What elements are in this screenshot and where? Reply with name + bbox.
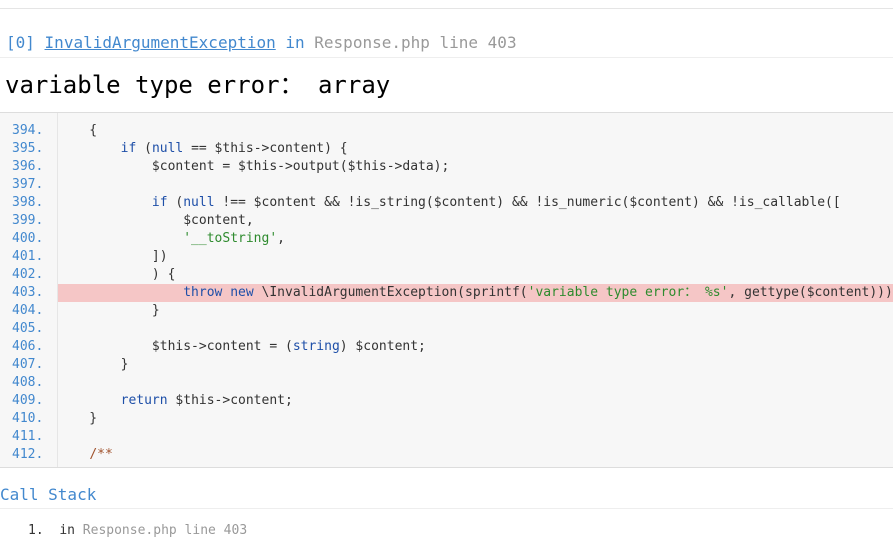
line-number: 395.: [12, 141, 44, 156]
call-stack-item-number: 1.: [28, 523, 44, 538]
code-line: 406. $this->content = (string) $content;: [0, 338, 893, 356]
error-message: variable type error： array: [5, 71, 391, 99]
line-source: [58, 374, 893, 392]
header-divider: [0, 57, 893, 58]
line-source: [58, 176, 893, 194]
call-stack-title: Call Stack: [0, 485, 97, 504]
code-line: 400. '__toString',: [0, 230, 893, 248]
call-stack-item-location: Response.php line 403: [82, 523, 248, 538]
code-line: 399. $content,: [0, 212, 893, 230]
line-source: if (null !== $content && !is_string($con…: [151, 195, 841, 210]
code-line: 410. }: [0, 410, 893, 428]
line-number: 402.: [12, 267, 44, 282]
exception-in-word: in: [285, 33, 305, 52]
line-number: 400.: [12, 231, 44, 246]
line-source: if (null == $this->content) {: [120, 141, 348, 156]
line-source: throw new \InvalidArgumentException(spri…: [58, 284, 893, 302]
line-source: $content,: [58, 213, 254, 228]
code-line: 407. }: [0, 356, 893, 374]
top-divider: [0, 8, 893, 9]
call-stack-divider: [0, 508, 893, 509]
line-number: 404.: [12, 303, 44, 318]
line-source: }: [58, 303, 160, 318]
source-code-panel: 394. {395. if (null == $this->content) {…: [0, 112, 893, 468]
call-stack-item-in-word: in: [59, 523, 75, 538]
line-source: }: [58, 411, 98, 426]
exception-class-link[interactable]: InvalidArgumentException: [45, 33, 276, 52]
line-source: $content = $this->output($this->data);: [58, 159, 450, 174]
line-source: }: [58, 357, 129, 372]
line-number: 401.: [12, 249, 44, 264]
exception-header: [0] InvalidArgumentException in Response…: [6, 31, 517, 55]
code-line: 394. {: [0, 122, 893, 140]
line-number: 412.: [12, 447, 44, 462]
code-line: 412. /**: [0, 446, 893, 464]
line-source: {: [58, 123, 98, 138]
line-source: '__toString',: [183, 231, 285, 246]
line-number: 409.: [12, 393, 44, 408]
line-number: 394.: [12, 123, 44, 138]
line-number: 406.: [12, 339, 44, 354]
line-source: [58, 320, 893, 338]
line-number: 396.: [12, 159, 44, 174]
code-line: 402. ) {: [0, 266, 893, 284]
code-line: 401. ]): [0, 248, 893, 266]
line-number: 407.: [12, 357, 44, 372]
code-line: 411.: [0, 428, 893, 446]
line-source: $this->content = (string) $content;: [58, 339, 426, 354]
line-source: [58, 428, 893, 446]
code-line: 404. }: [0, 302, 893, 320]
line-number: 398.: [12, 195, 44, 210]
line-number: 403.: [12, 285, 44, 300]
error-page: [0] InvalidArgumentException in Response…: [0, 0, 893, 542]
code-line: 396. $content = $this->output($this->dat…: [0, 158, 893, 176]
line-source: ]): [58, 249, 168, 264]
code-line: 409. return $this->content;: [0, 392, 893, 410]
code-line: 398. if (null !== $content && !is_string…: [0, 194, 893, 212]
line-number: 397.: [12, 177, 44, 192]
line-number: 408.: [12, 375, 44, 390]
line-source: /**: [89, 447, 113, 462]
call-stack-item: 1. in Response.php line 403: [28, 522, 247, 540]
exception-location: Response.php line 403: [314, 33, 517, 52]
code-line: 405.: [0, 320, 893, 338]
exception-index: [0]: [6, 33, 35, 52]
line-source: ) {: [58, 267, 176, 282]
code-line: 395. if (null == $this->content) {: [0, 140, 893, 158]
line-number: 399.: [12, 213, 44, 228]
line-number: 411.: [12, 429, 44, 444]
code-line: 408.: [0, 374, 893, 392]
code-line-highlighted: 403. throw new \InvalidArgumentException…: [0, 284, 893, 302]
line-source: return $this->content;: [120, 393, 293, 408]
line-number: 410.: [12, 411, 44, 426]
code-line: 397.: [0, 176, 893, 194]
line-number: 405.: [12, 321, 44, 336]
